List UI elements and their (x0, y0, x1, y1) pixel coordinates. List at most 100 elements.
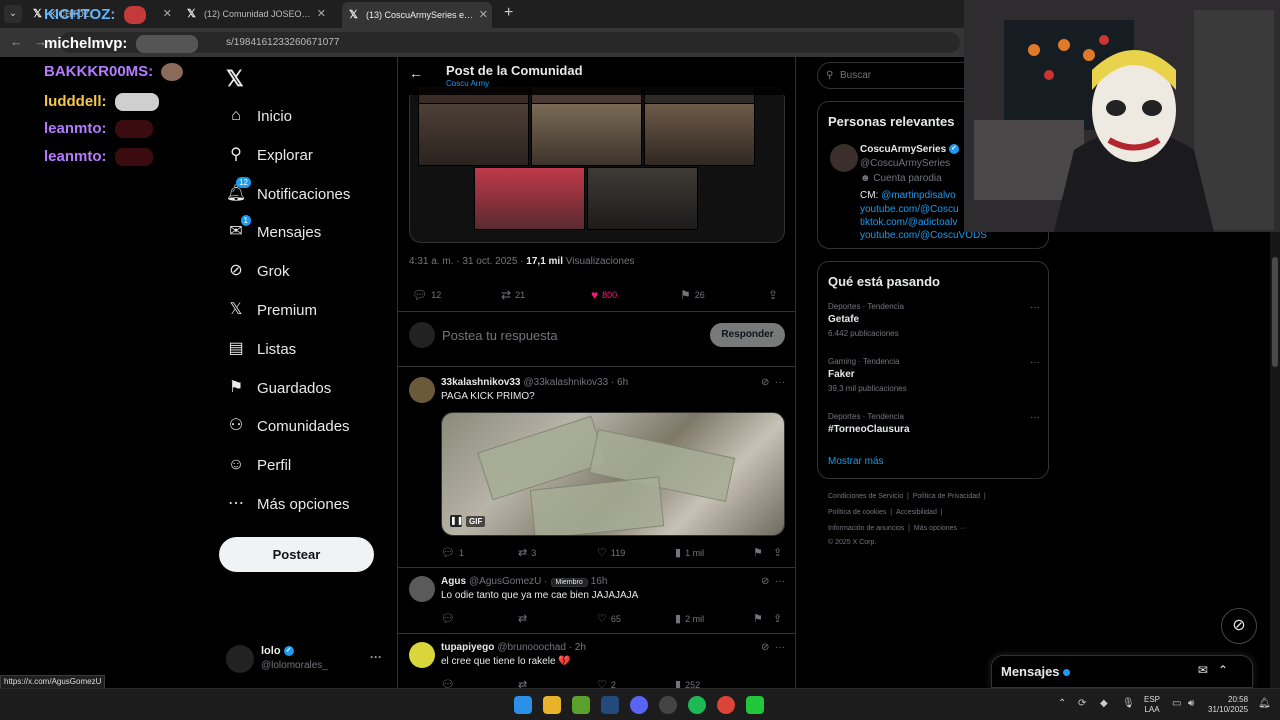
avatar[interactable] (409, 642, 435, 668)
trend-item[interactable]: Deportes · Tendencia #TorneoClausura ··· (828, 412, 1040, 435)
repost-action[interactable]: ⇄ 3 (518, 546, 536, 559)
more-icon[interactable]: ··· (1030, 412, 1040, 423)
app-icon[interactable] (659, 696, 677, 714)
avatar[interactable] (409, 576, 435, 602)
account-name-row[interactable]: lolo ✓ (261, 645, 294, 657)
grok-floating-button[interactable]: ⊘ (1221, 608, 1257, 644)
account-more-icon[interactable]: ··· (370, 650, 382, 664)
bio-link[interactable]: @martinpdisalvo (881, 190, 956, 201)
views-action[interactable]: ▮ 2 mil (675, 612, 704, 625)
network-icon[interactable]: ▭ (1172, 698, 1181, 709)
chrome-icon[interactable] (717, 696, 735, 714)
sidebar-item-guardados[interactable]: ⚑ Guardados (225, 373, 331, 403)
windows-start-icon[interactable] (514, 696, 532, 714)
relevant-name-row[interactable]: CoscuArmySeries ✓ (860, 144, 959, 155)
pause-icon[interactable]: ❚❚ (450, 515, 463, 527)
tray-app-icon[interactable]: ◆ (1100, 698, 1108, 709)
bio-link[interactable]: tiktok.com/@adictoalv (860, 217, 957, 228)
like-action[interactable]: ♥ 800 (591, 288, 617, 302)
share-action[interactable]: ⇪ (768, 288, 778, 302)
reply-options[interactable]: ⊘ ··· (761, 576, 785, 587)
notification-bell-icon[interactable]: 🔔︎ (1258, 698, 1271, 709)
footer-link[interactable]: Política de Privacidad (913, 493, 980, 500)
share-action[interactable]: ⇪ (773, 546, 782, 559)
show-more-link[interactable]: Mostrar más (828, 456, 884, 467)
reply-options[interactable]: ⊘ ··· (761, 377, 785, 388)
tab-close-icon[interactable]: ✕ (317, 3, 326, 25)
community-link[interactable]: Coscu Army (446, 79, 489, 88)
tab-close-icon[interactable]: ✕ (479, 2, 488, 28)
reply-author-name[interactable]: 33kalashnikov33 (441, 377, 521, 388)
compose-message-icon[interactable]: ✉ (1198, 663, 1218, 677)
more-icon[interactable]: ··· (775, 576, 785, 587)
spotify-icon[interactable] (688, 696, 706, 714)
microphone-icon[interactable]: 🎙︎ (1122, 698, 1135, 709)
account-avatar[interactable] (226, 645, 254, 673)
reply-input[interactable]: Postea tu respuesta (442, 328, 558, 343)
more-icon[interactable]: ··· (775, 642, 785, 653)
sidebar-item-inicio[interactable]: ⌂ Inicio (225, 101, 292, 131)
messages-drawer[interactable]: Mensajes ✉⌃ (991, 655, 1253, 688)
sidebar-item-mas-opciones[interactable]: ⋯ Más opciones (225, 489, 350, 519)
more-icon[interactable]: ··· (1030, 302, 1040, 313)
trend-item[interactable]: Deportes · Tendencia Getafe 6.442 public… (828, 302, 1040, 338)
reply-author-name[interactable]: tupapiyego (441, 642, 494, 653)
sidebar-item-listas[interactable]: ▤ Listas (225, 334, 296, 364)
post-media-collage[interactable] (409, 87, 785, 243)
footer-link[interactable]: Política de cookies (828, 509, 886, 516)
volume-icon[interactable]: 🔊︎ (1188, 698, 1194, 709)
scrollbar-thumb[interactable] (1272, 257, 1278, 367)
browser-tab-active[interactable]: 𝕏 (13) CoscuArmySeries en X: "KI ✕ (342, 2, 492, 28)
reply-action[interactable]: 💬︎ 1 (441, 546, 464, 559)
tray-app-icon[interactable]: ⟳ (1078, 698, 1086, 709)
footer-link[interactable]: Información de anuncios (828, 525, 904, 532)
steam-icon[interactable] (601, 696, 619, 714)
sidebar-item-mensajes[interactable]: ✉ 1 Mensajes (225, 215, 321, 247)
reply-action[interactable]: 💬︎ 12 (412, 288, 441, 302)
expand-chevron-icon[interactable]: ⌃ (1218, 663, 1238, 677)
sidebar-item-notificaciones[interactable]: 🔔︎ 12 Notificaciones (225, 177, 350, 209)
grok-icon[interactable]: ⊘ (761, 377, 769, 388)
tray-chevron-icon[interactable]: ⌃ (1058, 698, 1066, 709)
grok-icon[interactable]: ⊘ (761, 642, 769, 653)
discord-icon[interactable] (630, 696, 648, 714)
bookmark-action[interactable]: ⚑ 26 (680, 288, 705, 302)
footer-link[interactable]: Accesibilidad (896, 509, 937, 516)
repost-action[interactable]: ⇄ (518, 612, 527, 625)
gif-media[interactable]: ❚❚ GIF (441, 412, 785, 536)
like-action[interactable]: ♡ 119 (597, 546, 625, 559)
bio-link[interactable]: youtube.com/@Coscu (860, 204, 959, 215)
bookmark-action[interactable]: ⚑ (753, 546, 763, 559)
reply-options[interactable]: ⊘ ··· (761, 642, 785, 653)
sidebar-item-premium[interactable]: 𝕏 Premium (225, 295, 317, 325)
sidebar-item-explorar[interactable]: ⚲ Explorar (225, 140, 313, 170)
app-icon[interactable] (572, 696, 590, 714)
grok-icon[interactable]: ⊘ (761, 576, 769, 587)
like-action[interactable]: ♡ 65 (597, 612, 621, 625)
trend-item[interactable]: Gaming · Tendencia Faker 39,3 mil public… (828, 357, 1040, 393)
bookmark-action[interactable]: ⚑ (753, 612, 763, 625)
kick-icon[interactable] (746, 696, 764, 714)
sidebar-item-perfil[interactable]: ☺ Perfil (225, 450, 291, 480)
reply-author-name[interactable]: Agus (441, 576, 466, 587)
sidebar-item-grok[interactable]: ⊘ Grok (225, 256, 289, 286)
back-arrow-icon[interactable]: ← (409, 65, 423, 81)
avatar[interactable] (409, 377, 435, 403)
new-tab-button[interactable]: + (504, 4, 513, 22)
views-action[interactable]: ▮ 1 mil (675, 546, 704, 559)
footer-link[interactable]: Condiciones de Servicio (828, 493, 903, 500)
x-logo-icon[interactable]: 𝕏 (226, 66, 244, 92)
post-button[interactable]: Postear (219, 537, 374, 572)
reply-action[interactable]: 💬︎ (441, 612, 455, 625)
keyboard-language[interactable]: ESP LAA (1144, 695, 1160, 715)
more-icon[interactable]: ··· (775, 377, 785, 388)
clock[interactable]: 20:58 31/10/2025 (1208, 695, 1248, 715)
sidebar-item-comunidades[interactable]: ⚇ Comunidades (225, 411, 350, 441)
share-action[interactable]: ⇪ (773, 612, 782, 625)
footer-link[interactable]: Más opciones ··· (914, 525, 966, 532)
avatar[interactable] (830, 144, 858, 172)
reply-submit-button[interactable]: Responder (710, 323, 785, 347)
more-icon[interactable]: ··· (1030, 357, 1040, 368)
file-explorer-icon[interactable] (543, 696, 561, 714)
repost-action[interactable]: ⇄ 21 (501, 288, 525, 302)
